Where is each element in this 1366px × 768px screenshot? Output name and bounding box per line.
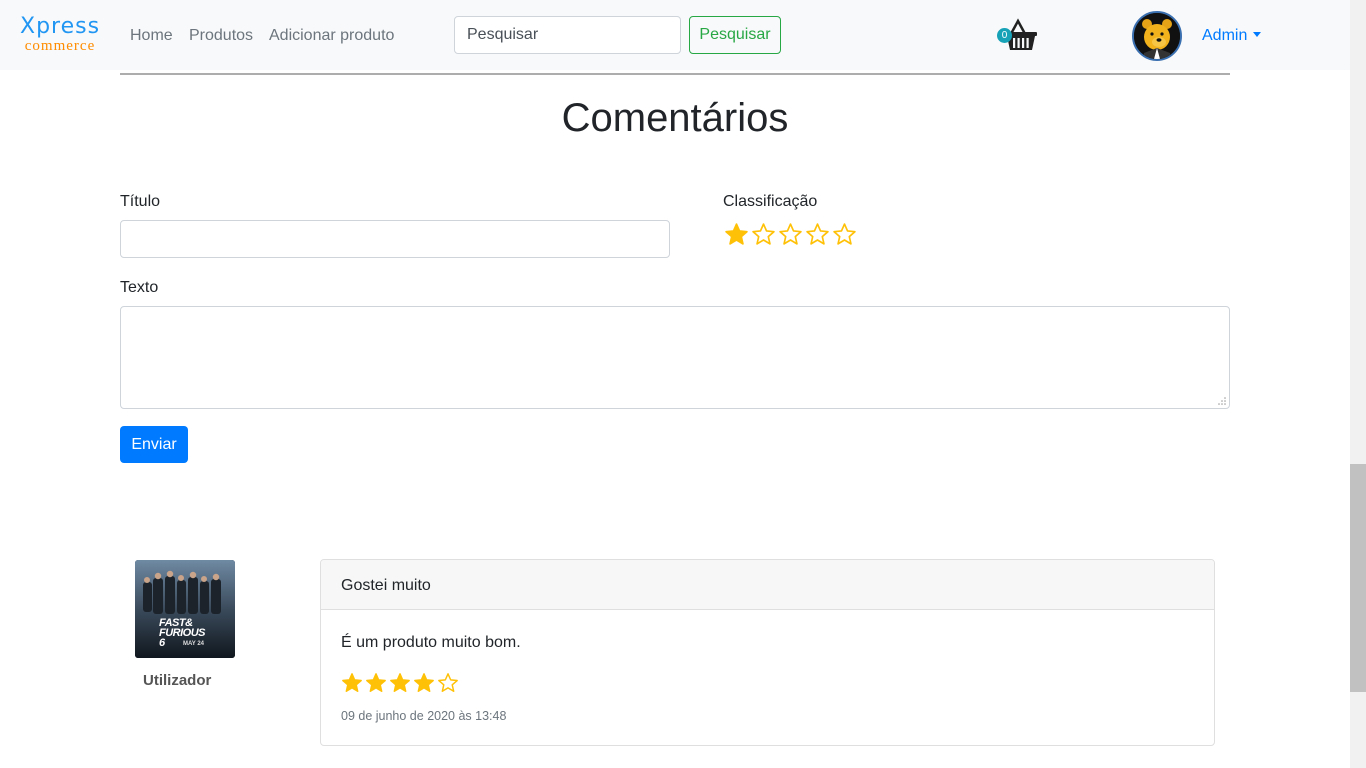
brand-tagline: commerce <box>24 38 96 54</box>
nav-link-adicionar-produto[interactable]: Adicionar produto <box>269 27 394 45</box>
nav-link-home[interactable]: Home <box>130 27 173 45</box>
star-icon[interactable] <box>724 222 749 248</box>
text-textarea[interactable] <box>120 306 1230 409</box>
star-icon[interactable] <box>778 222 803 248</box>
review-date: 09 de junho de 2020 às 13:48 <box>341 709 507 723</box>
review-title: Gostei muito <box>341 577 431 594</box>
user-poster-image: FAST& FURIOUS 6 MAY 24 <box>135 560 235 658</box>
star-icon <box>437 672 459 694</box>
scrollbar-thumb[interactable] <box>1350 464 1366 692</box>
avatar[interactable] <box>1132 11 1182 61</box>
poster-date: MAY 24 <box>183 641 205 647</box>
page-title: Comentários <box>561 96 789 140</box>
resize-grip-icon[interactable] <box>1218 397 1226 405</box>
star-icon <box>413 672 435 694</box>
star-icon[interactable] <box>832 222 857 248</box>
rating-input[interactable] <box>724 222 857 248</box>
divider <box>120 73 1230 75</box>
star-icon[interactable] <box>805 222 830 248</box>
search-input[interactable] <box>454 16 681 54</box>
text-label: Texto <box>120 279 159 296</box>
cart-count-badge: 0 <box>997 28 1012 43</box>
user-menu-toggle[interactable]: Admin <box>1202 27 1262 45</box>
star-icon <box>365 672 387 694</box>
review-author: Utilizador <box>143 672 212 689</box>
search-button[interactable]: Pesquisar <box>689 16 781 54</box>
star-icon <box>389 672 411 694</box>
title-label: Título <box>120 193 161 210</box>
review-card-header: Gostei muito <box>321 560 1214 610</box>
nav-link-produtos[interactable]: Produtos <box>189 27 253 45</box>
chevron-down-icon <box>1253 32 1262 37</box>
brand-logo[interactable]: Xpress commerce <box>20 16 100 54</box>
review-text: É um produto muito bom. <box>341 634 521 651</box>
cart-button[interactable]: 0 <box>997 18 1039 52</box>
title-input[interactable] <box>120 220 670 258</box>
star-icon <box>341 672 363 694</box>
avatar-bear-icon <box>1134 13 1180 59</box>
navbar: Xpress commerce Home Produtos Adicionar … <box>0 0 1350 70</box>
review-rating <box>341 672 459 694</box>
star-icon[interactable] <box>751 222 776 248</box>
submit-button[interactable]: Enviar <box>120 426 188 463</box>
rating-label: Classificação <box>723 193 818 210</box>
review-card: Gostei muito É um produto muito bom. 09 … <box>320 559 1215 746</box>
user-menu-label: Admin <box>1202 27 1248 44</box>
brand-name: Xpress <box>20 14 101 39</box>
